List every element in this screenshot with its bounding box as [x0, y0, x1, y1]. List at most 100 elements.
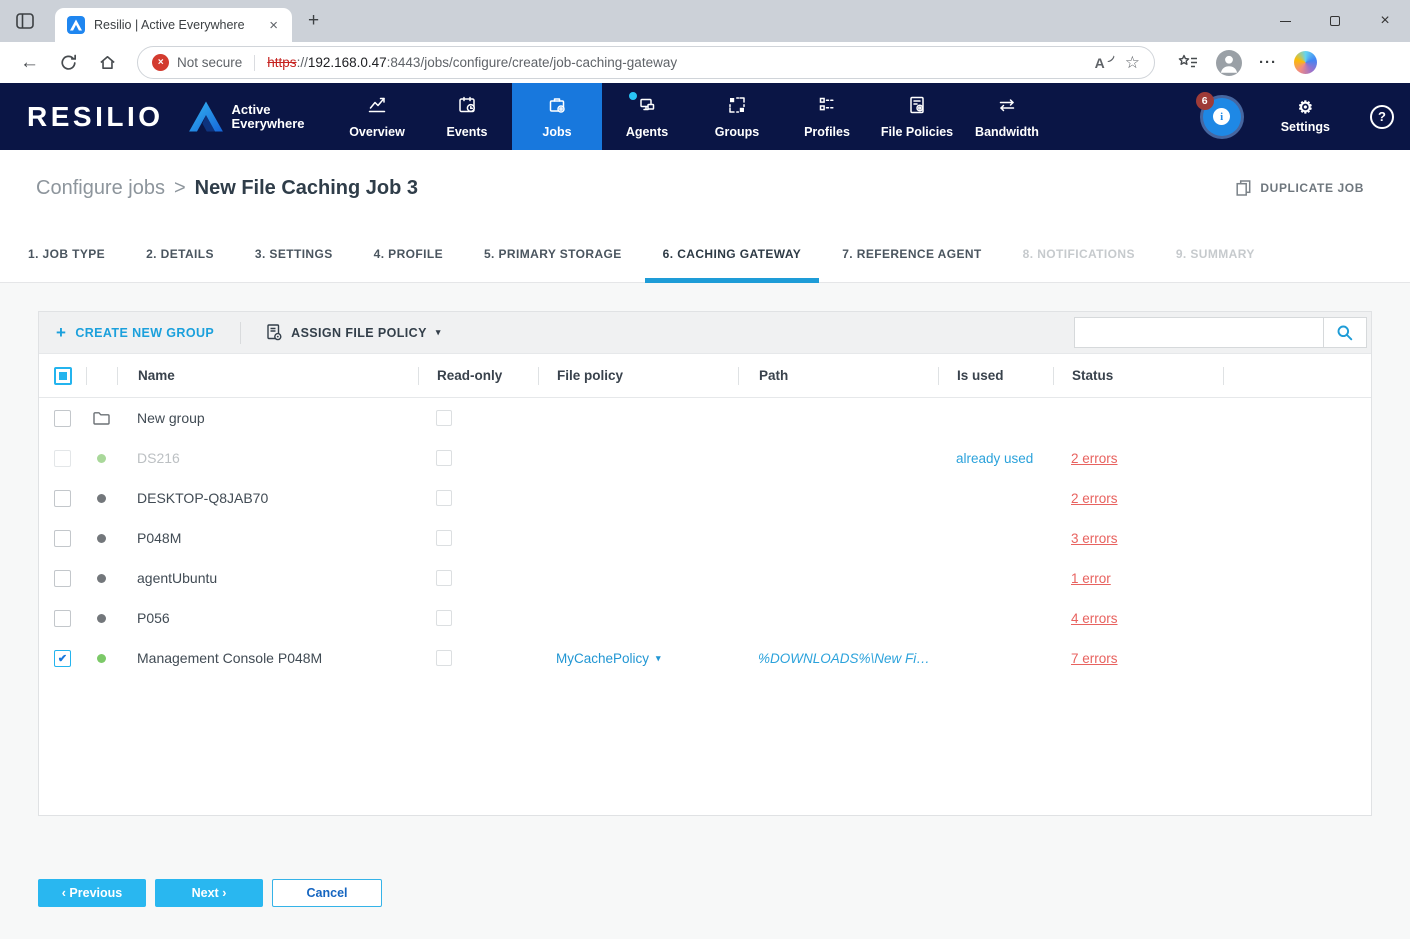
row-name: P056: [117, 610, 418, 626]
assign-file-policy-button[interactable]: ASSIGN FILE POLICY ▾: [267, 324, 441, 341]
address-bar[interactable]: × Not secure https://192.168.0.47:8443/j…: [137, 46, 1155, 79]
step-job-type[interactable]: 1. JOB TYPE: [28, 226, 123, 282]
close-window-button[interactable]: ×: [1360, 0, 1410, 42]
errors-link[interactable]: 4 errors: [1071, 611, 1118, 626]
header-right: 6 i ⚙ Settings ?: [1203, 83, 1410, 150]
row-checkbox[interactable]: ✔: [54, 650, 71, 667]
duplicate-job-button[interactable]: DUPLICATE JOB: [1236, 180, 1364, 196]
nav-jobs[interactable]: Jobs: [512, 83, 602, 150]
nav-events[interactable]: Events: [422, 83, 512, 150]
step-details[interactable]: 2. DETAILS: [128, 226, 232, 282]
nav-file-policies-label: File Policies: [881, 125, 953, 139]
brand-line2: Everywhere: [232, 117, 305, 131]
row-checkbox[interactable]: [54, 410, 71, 427]
new-tab-button[interactable]: +: [308, 10, 319, 32]
read-only-checkbox[interactable]: [436, 610, 452, 626]
url-text: https://192.168.0.47:8443/jobs/configure…: [267, 55, 677, 70]
errors-link[interactable]: 2 errors: [1071, 491, 1118, 506]
errors-link[interactable]: 7 errors: [1071, 651, 1118, 666]
groups-brackets-icon: [726, 94, 748, 119]
errors-link[interactable]: 2 errors: [1071, 451, 1118, 466]
toolbar-divider: [240, 322, 241, 344]
main-nav: Overview Events Jobs Agents Groups Profi…: [332, 83, 1052, 150]
nav-settings[interactable]: ⚙ Settings: [1281, 99, 1330, 134]
help-button[interactable]: ?: [1370, 105, 1394, 129]
copilot-icon[interactable]: [1294, 51, 1317, 74]
not-secure-icon[interactable]: ×: [152, 54, 169, 71]
help-glyph: ?: [1378, 109, 1386, 124]
app-header: RESILIO Active Everywhere Overview Event…: [0, 83, 1410, 150]
agent-status-dot: [97, 454, 106, 463]
step-primary-storage[interactable]: 5. PRIMARY STORAGE: [466, 226, 640, 282]
cancel-button[interactable]: Cancel: [272, 879, 382, 907]
table-row[interactable]: agentUbuntu 1 error: [39, 558, 1371, 598]
nav-profiles[interactable]: Profiles: [782, 83, 872, 150]
table-row[interactable]: P056 4 errors: [39, 598, 1371, 638]
back-icon[interactable]: ←: [20, 52, 39, 74]
row-checkbox[interactable]: [54, 610, 71, 627]
agent-status-dot: [97, 494, 106, 503]
profile-avatar[interactable]: [1216, 50, 1242, 76]
tab-actions-icon[interactable]: [13, 9, 37, 33]
nav-overview[interactable]: Overview: [332, 83, 422, 150]
step-profile[interactable]: 4. PROFILE: [356, 226, 461, 282]
maximize-button[interactable]: [1310, 0, 1360, 42]
create-new-group-button[interactable]: + CREATE NEW GROUP: [56, 325, 214, 341]
errors-link[interactable]: 3 errors: [1071, 531, 1118, 546]
url-scheme: https: [267, 55, 296, 70]
favorite-star-icon[interactable]: ☆: [1125, 53, 1140, 73]
resilio-wordmark: RESILIO: [27, 101, 164, 133]
pill-divider: [254, 55, 255, 71]
page-title: New File Caching Job 3: [195, 177, 418, 200]
tab-close-icon[interactable]: ×: [265, 17, 282, 34]
nav-bandwidth-label: Bandwidth: [975, 125, 1039, 139]
home-icon[interactable]: [98, 53, 117, 72]
nav-bandwidth[interactable]: Bandwidth: [962, 83, 1052, 150]
file-policy-dropdown[interactable]: MyCachePolicy ▾: [556, 651, 661, 666]
minimize-button[interactable]: [1260, 0, 1310, 42]
previous-button[interactable]: ‹ Previous: [38, 879, 146, 907]
chevron-down-icon: ▾: [656, 653, 661, 664]
read-aloud-glyph: A: [1095, 55, 1105, 71]
tab-title: Resilio | Active Everywhere: [94, 18, 265, 32]
table-row[interactable]: DS216 already used 2 errors: [39, 438, 1371, 478]
read-only-checkbox[interactable]: [436, 490, 452, 506]
breadcrumb[interactable]: Configure jobs: [36, 177, 165, 200]
overview-chart-icon: [366, 94, 388, 119]
url-path: :8443/jobs/configure/create/job-caching-…: [387, 55, 677, 70]
read-aloud-icon[interactable]: A: [1095, 55, 1109, 71]
next-button[interactable]: Next ›: [155, 879, 263, 907]
row-checkbox[interactable]: [54, 530, 71, 547]
select-all-checkbox[interactable]: [54, 367, 72, 385]
file-policy-value: MyCachePolicy: [556, 651, 649, 666]
table-row[interactable]: P048M 3 errors: [39, 518, 1371, 558]
nav-groups[interactable]: Groups: [692, 83, 782, 150]
favorites-hub-icon[interactable]: [1177, 54, 1199, 71]
read-only-checkbox[interactable]: [436, 650, 452, 666]
read-only-checkbox: [436, 450, 452, 466]
more-options-icon[interactable]: ···: [1259, 54, 1277, 71]
notifications-button[interactable]: 6 i: [1203, 98, 1241, 136]
step-summary: 9. SUMMARY: [1158, 226, 1273, 282]
read-only-checkbox[interactable]: [436, 410, 452, 426]
nav-agents[interactable]: Agents: [602, 83, 692, 150]
errors-link[interactable]: 1 error: [1071, 571, 1111, 586]
step-caching-gateway[interactable]: 6. CACHING GATEWAY: [645, 226, 820, 282]
step-settings[interactable]: 3. SETTINGS: [237, 226, 351, 282]
row-checkbox[interactable]: [54, 570, 71, 587]
row-checkbox[interactable]: [54, 490, 71, 507]
search-button[interactable]: [1323, 318, 1366, 347]
window-controls: ×: [1260, 0, 1410, 42]
path-link[interactable]: %DOWNLOADS%\New Fi…: [758, 651, 930, 666]
read-only-checkbox[interactable]: [436, 530, 452, 546]
refresh-icon[interactable]: [59, 53, 78, 72]
table-row[interactable]: DESKTOP-Q8JAB70 2 errors: [39, 478, 1371, 518]
search-input[interactable]: [1075, 318, 1323, 347]
nav-groups-label: Groups: [715, 125, 759, 139]
nav-file-policies[interactable]: File Policies: [872, 83, 962, 150]
table-row[interactable]: New group: [39, 398, 1371, 438]
read-only-checkbox[interactable]: [436, 570, 452, 586]
browser-tab[interactable]: Resilio | Active Everywhere ×: [55, 8, 292, 42]
step-reference-agent[interactable]: 7. REFERENCE AGENT: [824, 226, 999, 282]
table-row[interactable]: ✔ Management Console P048M MyCachePolicy…: [39, 638, 1371, 678]
